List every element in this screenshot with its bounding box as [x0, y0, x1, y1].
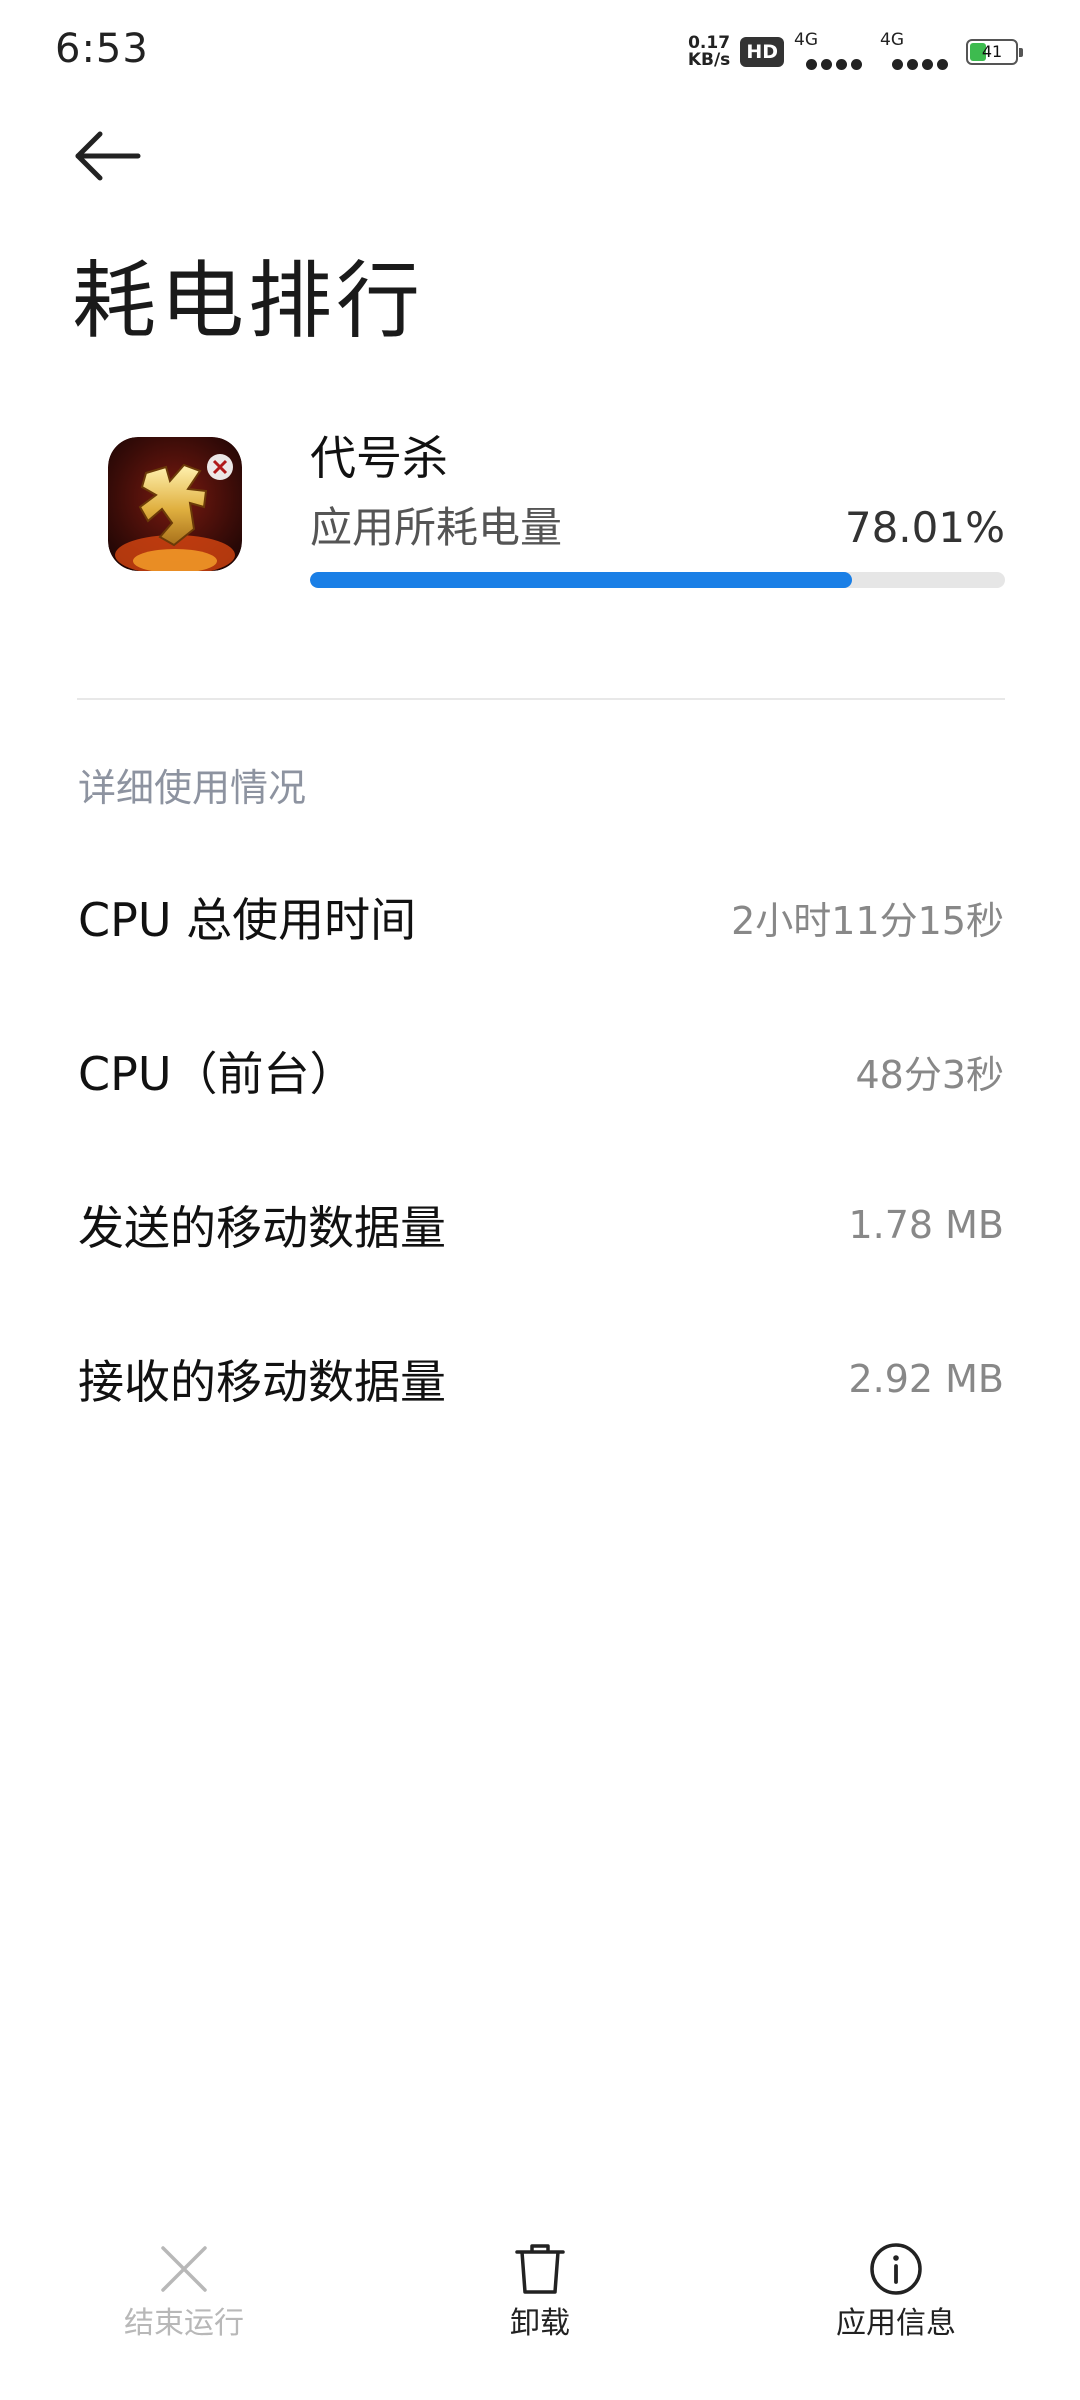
detail-row-data-sent: 发送的移动数据量 1.78 MB	[78, 1175, 1004, 1275]
signal-strength-dots	[892, 59, 948, 70]
section-header-details: 详细使用情况	[78, 766, 307, 810]
app-icon	[108, 437, 242, 571]
detail-label: 接收的移动数据量	[78, 1355, 446, 1409]
usage-progress-bar	[310, 572, 1005, 588]
back-button[interactable]	[70, 120, 150, 200]
sim1-signal-icon: 4G	[794, 30, 870, 74]
arrow-left-icon	[75, 131, 141, 181]
usage-percent: 78.01%	[844, 503, 1005, 552]
status-bar: 6:53 0.17 KB/s HD 4G 4G 41	[0, 0, 1080, 100]
network-speed-unit: KB/s	[687, 50, 731, 70]
detail-row-data-received: 接收的移动数据量 2.92 MB	[78, 1329, 1004, 1429]
force-stop-button[interactable]: 结束运行	[84, 2240, 284, 2360]
trash-icon	[515, 2244, 565, 2294]
detail-row-cpu-total: CPU 总使用时间 2小时11分15秒	[78, 867, 1004, 967]
app-name: 代号杀	[310, 431, 448, 485]
detail-value: 2.92 MB	[848, 1357, 1004, 1401]
detail-label: CPU（前台）	[78, 1047, 356, 1101]
usage-label: 应用所耗电量	[310, 503, 563, 552]
detail-value: 48分3秒	[855, 1052, 1004, 1097]
signal-strength-dots	[806, 59, 862, 70]
sim2-signal-icon: 4G	[880, 30, 956, 74]
battery-level: 41	[981, 42, 1003, 61]
usage-progress-fill	[310, 572, 853, 588]
force-stop-label: 结束运行	[124, 2306, 244, 2341]
info-icon	[870, 2243, 922, 2295]
detail-value: 1.78 MB	[848, 1203, 1004, 1247]
close-icon	[161, 2246, 207, 2292]
hd-voice-icon: HD	[740, 37, 784, 67]
detail-label: CPU 总使用时间	[78, 893, 417, 947]
status-indicators: 0.17 KB/s HD 4G 4G 41	[688, 30, 1023, 74]
sim1-network-type: 4G	[794, 30, 818, 50]
uninstall-label: 卸载	[510, 2306, 570, 2341]
divider	[77, 698, 1005, 700]
app-info-button[interactable]: 应用信息	[796, 2240, 996, 2360]
uninstall-button[interactable]: 卸载	[440, 2240, 640, 2360]
app-info-label: 应用信息	[836, 2306, 956, 2341]
hd-badge-label: HD	[746, 41, 778, 63]
sim2-network-type: 4G	[880, 30, 904, 50]
detail-value: 2小时11分15秒	[731, 898, 1004, 943]
status-time: 6:53	[55, 26, 149, 72]
detail-label: 发送的移动数据量	[78, 1201, 446, 1255]
battery-icon: 41	[966, 39, 1023, 65]
network-speed: 0.17 KB/s	[688, 35, 730, 69]
page-title: 耗电排行	[72, 252, 425, 350]
detail-row-cpu-foreground: CPU（前台） 48分3秒	[78, 1021, 1004, 1121]
